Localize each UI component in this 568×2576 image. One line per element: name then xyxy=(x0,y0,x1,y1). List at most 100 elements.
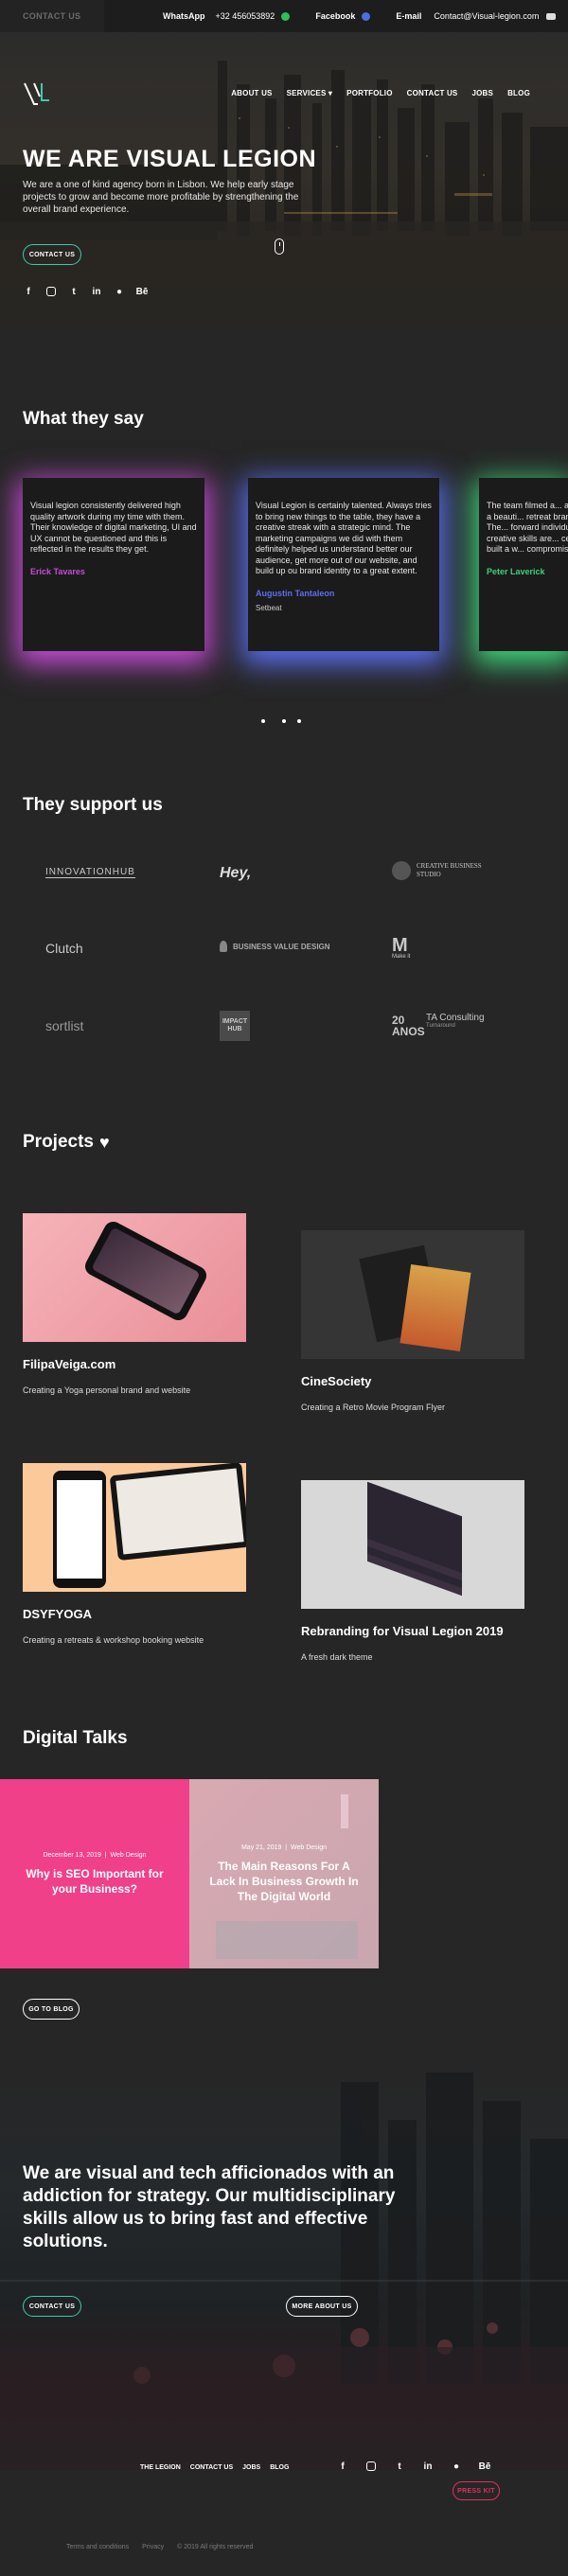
project-image-rebranding[interactable] xyxy=(301,1480,524,1609)
project-desc: A fresh dark theme xyxy=(301,1652,373,1662)
main-nav: ABOUT US SERVICES ▾ PORTFOLIO CONTACT US… xyxy=(231,89,530,97)
scroll-mouse-icon[interactable] xyxy=(275,238,284,255)
keyboard-image xyxy=(216,1921,358,1959)
behance-icon[interactable]: Bē xyxy=(479,2461,491,2472)
footer-link-jobs[interactable]: JOBS xyxy=(242,2464,260,2471)
client-logo-sortlist: sortlist xyxy=(45,1018,84,1033)
bulb-icon xyxy=(220,941,227,952)
projects-title: Projects ♥ xyxy=(23,1132,110,1152)
post-title: The Main Reasons For A Lack In Business … xyxy=(209,1859,359,1903)
nav-services[interactable]: SERVICES ▾ xyxy=(287,89,333,97)
project-title[interactable]: DSYFYOGA xyxy=(23,1607,92,1621)
project-image-filipaveiga[interactable] xyxy=(23,1213,246,1342)
post-title: Why is SEO Important for your Business? xyxy=(26,1866,164,1896)
testimonial-text: The team filmed a... and built a beauti.… xyxy=(487,501,568,554)
testimonial-text: Visual Legion is certainly talented. Alw… xyxy=(256,501,432,575)
instagram-icon[interactable] xyxy=(45,286,57,297)
client-logo-20-anos: 20 ANOS xyxy=(392,1014,425,1038)
messenger-icon[interactable] xyxy=(362,11,371,21)
go-to-blog-button[interactable]: GO TO BLOG xyxy=(23,1999,80,2020)
topbar-contacts: WhatsApp +32 456053892 Facebook E-mail C… xyxy=(163,11,557,21)
press-kit-button[interactable]: PRESS KIT xyxy=(453,2481,500,2500)
client-logo-make-it: M Make it xyxy=(392,935,411,960)
m-logo-icon: M xyxy=(392,935,408,956)
testimonials-title: What they say xyxy=(23,409,144,429)
nav-contact[interactable]: CONTACT US xyxy=(407,89,458,97)
project-title[interactable]: CineSociety xyxy=(301,1374,371,1388)
post-meta: December 13, 2019 | Web Design xyxy=(43,1851,147,1859)
testimonial-card: Visual Legion is certainly talented. Alw… xyxy=(248,478,439,651)
whatsapp-label: WhatsApp xyxy=(163,11,205,21)
project-title[interactable]: Rebranding for Visual Legion 2019 xyxy=(301,1624,504,1638)
facebook-icon[interactable]: f xyxy=(23,286,34,297)
about-contact-button[interactable]: CONTACT US xyxy=(23,2296,81,2317)
footer-link-blog[interactable]: BLOG xyxy=(270,2464,289,2471)
whatsapp-number[interactable]: +32 456053892 xyxy=(216,11,275,21)
cards-mockup xyxy=(367,1481,462,1574)
nav-blog[interactable]: BLOG xyxy=(507,89,530,97)
terms-link[interactable]: Terms and conditions xyxy=(66,2544,129,2550)
nav-about[interactable]: ABOUT US xyxy=(231,89,272,97)
privacy-link[interactable]: Privacy xyxy=(142,2544,164,2550)
copyright: © 2019 All rights reserved xyxy=(177,2544,254,2550)
twitter-icon[interactable]: t xyxy=(394,2461,405,2472)
testimonial-author: Peter Laverick xyxy=(487,566,545,576)
carousel-dots xyxy=(261,719,301,723)
hero-title: WE ARE VISUAL LEGION xyxy=(23,146,317,172)
talks-title: Digital Talks xyxy=(23,1728,128,1748)
visual-legion-logo[interactable] xyxy=(23,81,51,106)
facebook-label[interactable]: Facebook xyxy=(315,11,355,21)
legal-links: Terms and conditions Privacy © 2019 All … xyxy=(66,2544,253,2550)
linkedin-icon[interactable]: in xyxy=(91,286,102,297)
nav-portfolio[interactable]: PORTFOLIO xyxy=(346,89,392,97)
twitter-icon[interactable]: t xyxy=(68,286,80,297)
footer-nav: THE LEGION CONTACT US JOBS BLOG xyxy=(140,2464,289,2471)
mail-icon[interactable] xyxy=(546,12,557,20)
contact-tab[interactable]: CONTACT US xyxy=(0,0,104,32)
project-title[interactable]: FilipaVeiga.com xyxy=(23,1357,115,1371)
about-text: We are visual and tech afficionados with… xyxy=(23,2163,396,2251)
testimonial-company: Setbeat xyxy=(256,604,282,612)
carousel-dot[interactable] xyxy=(261,719,265,723)
hero-contact-button[interactable]: CONTACT US xyxy=(23,244,81,265)
footer-link-legion[interactable]: THE LEGION xyxy=(140,2464,181,2471)
client-logo-clutch: Clutch xyxy=(45,941,83,956)
clients-title: They support us xyxy=(23,795,163,815)
testimonial-author: Augustin Tantaleon xyxy=(256,588,335,598)
github-icon[interactable]: ● xyxy=(451,2461,462,2472)
facebook-icon[interactable]: f xyxy=(337,2461,348,2472)
project-desc: Creating a Retro Movie Program Flyer xyxy=(301,1403,446,1412)
pencil-image xyxy=(341,1794,348,1828)
email-label: E-mail xyxy=(396,11,422,21)
github-icon[interactable]: ● xyxy=(114,286,125,297)
linkedin-icon[interactable]: in xyxy=(422,2461,434,2472)
footer-link-contact[interactable]: CONTACT US xyxy=(190,2464,233,2471)
carousel-dot[interactable] xyxy=(297,719,301,723)
project-image-dsyfyoga[interactable] xyxy=(23,1463,246,1592)
hero-text: We are a one of kind agency born in Lisb… xyxy=(23,180,299,215)
project-image-cinesociety[interactable] xyxy=(301,1230,524,1359)
city-night-background xyxy=(0,2073,568,2470)
top-bar: CONTACT US WhatsApp +32 456053892 Facebo… xyxy=(0,0,568,32)
whatsapp-icon[interactable] xyxy=(281,11,291,21)
more-about-us-button[interactable]: MORE ABOUT US xyxy=(286,2296,358,2317)
client-logo-business-value-design: BUSINESS VALUE DESIGN xyxy=(220,941,330,952)
client-logo-impact-hub: IMPACT HUB xyxy=(220,1011,250,1041)
heart-icon: ♥ xyxy=(98,1132,110,1152)
blog-post-card[interactable]: May 21, 2019 | Web Design The Main Reaso… xyxy=(189,1779,379,1968)
client-logo-creative-business-studio: CREATIVE BUSINESS STUDIO xyxy=(392,861,487,880)
hero-section: ABOUT US SERVICES ▾ PORTFOLIO CONTACT US… xyxy=(0,32,568,326)
about-section: We are visual and tech afficionados with… xyxy=(0,2063,568,2470)
instagram-icon[interactable] xyxy=(365,2461,377,2472)
project-desc: Creating a Yoga personal brand and websi… xyxy=(23,1385,191,1395)
nav-jobs[interactable]: JOBS xyxy=(471,89,493,97)
testimonial-text: Visual legion consistently delivered hig… xyxy=(30,501,197,554)
blog-post-card[interactable]: December 13, 2019 | Web Design Why is SE… xyxy=(0,1779,189,1968)
post-meta: May 21, 2019 | Web Design xyxy=(240,1844,328,1851)
phone-mockup xyxy=(53,1471,106,1588)
project-desc: Creating a retreats & workshop booking w… xyxy=(23,1635,204,1645)
behance-icon[interactable]: Bē xyxy=(136,286,149,297)
hero-socials: f t in ● Bē xyxy=(23,286,148,297)
email-value[interactable]: Contact@Visual-legion.com xyxy=(434,11,539,21)
carousel-dot[interactable] xyxy=(282,719,286,723)
